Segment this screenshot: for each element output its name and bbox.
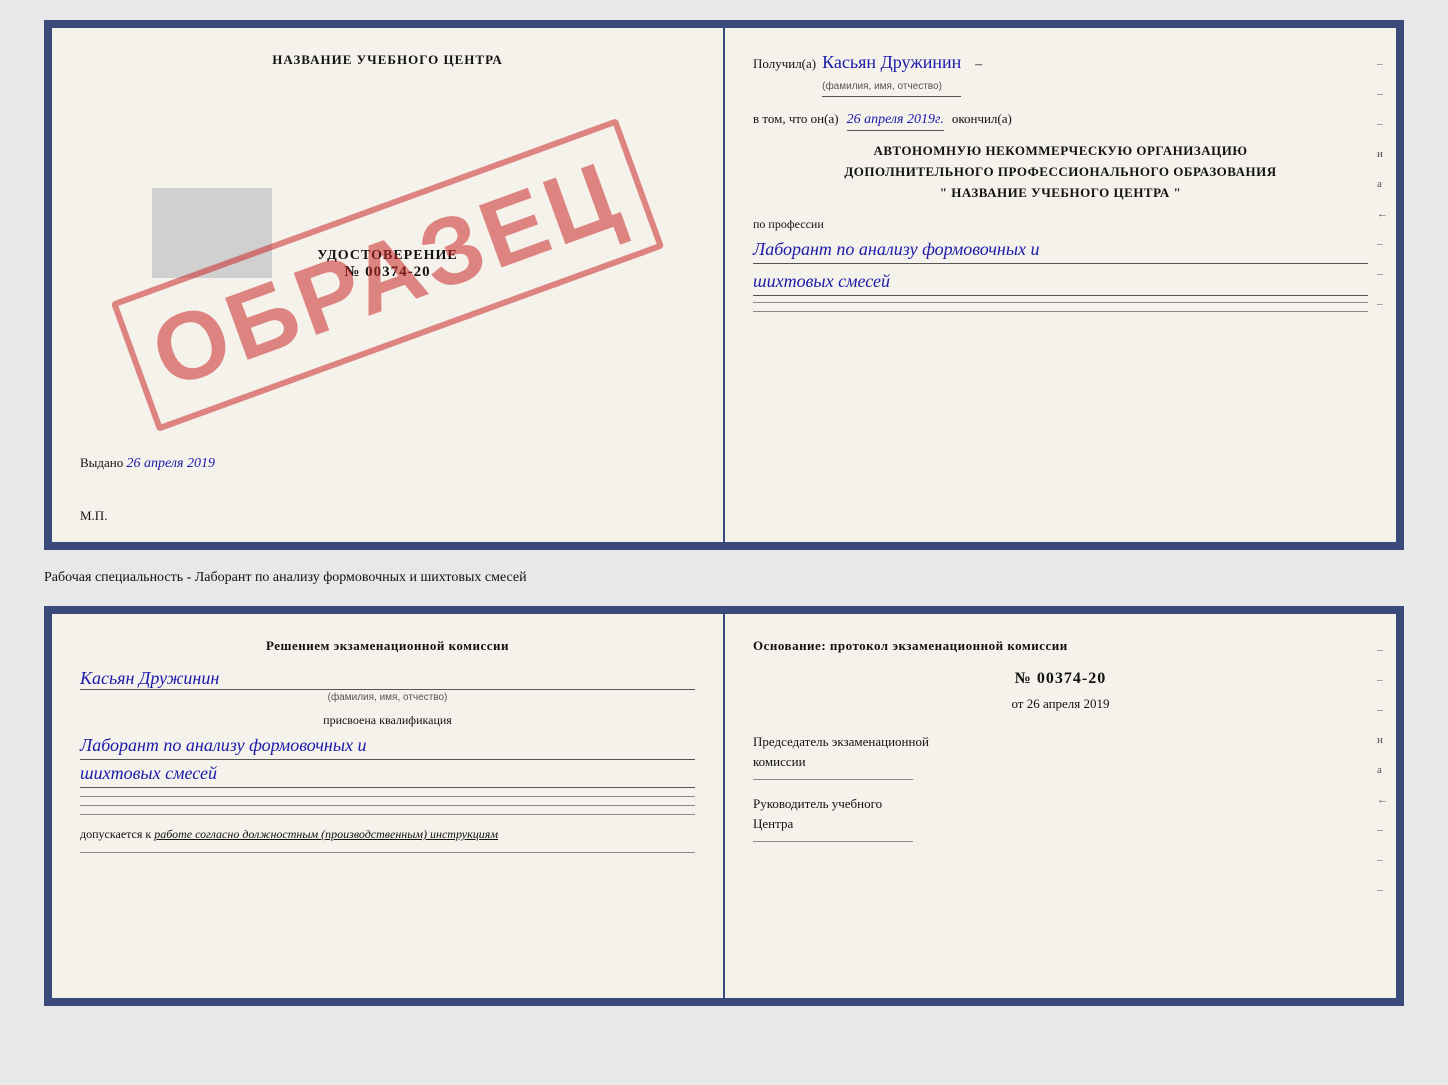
mp-label: М.П. bbox=[80, 508, 107, 524]
poluchil-label: Получил(а) bbox=[753, 56, 816, 72]
top-document-card: НАЗВАНИЕ УЧЕБНОГО ЦЕНТРА ОБРАЗЕЦ УДОСТОВ… bbox=[44, 20, 1404, 550]
profession-line2: шихтовых смесей bbox=[753, 268, 1368, 296]
signature-line-3 bbox=[80, 814, 695, 815]
bottom-fio-subtitle: (фамилия, имя, отчество) bbox=[80, 692, 695, 703]
org-line1: АВТОНОМНУЮ НЕКОММЕРЧЕСКУЮ ОРГАНИЗАЦИЮ bbox=[753, 141, 1368, 162]
bottom-fio-line: Касьян Дружинин bbox=[80, 668, 695, 690]
right-edge-marks: – – – и а ← – – – bbox=[1377, 58, 1388, 310]
vtom-line: в том, что он(а) 26 апреля 2019г. окончи… bbox=[753, 111, 1368, 131]
signature-line-1 bbox=[80, 796, 695, 797]
protokol-number: № 00374-20 bbox=[753, 670, 1368, 688]
predsedatel-line1: Председатель экзаменационной bbox=[753, 732, 1368, 752]
rukovoditel-line1: Руководитель учебного bbox=[753, 794, 1368, 814]
dopuskaetsya-work: работе согласно должностным (производств… bbox=[154, 827, 498, 841]
signature-line-4 bbox=[80, 852, 695, 853]
completion-date: 26 апреля 2019г. bbox=[847, 112, 944, 131]
vydano-date: 26 апреля 2019 bbox=[127, 456, 215, 471]
predsedatel-line2: комиссии bbox=[753, 752, 1368, 772]
separator-label: Рабочая специальность - Лаборант по анал… bbox=[44, 566, 1404, 590]
rukovoditel-signature bbox=[753, 841, 913, 842]
okonchil-label: окончил(а) bbox=[952, 111, 1012, 127]
organization-block: АВТОНОМНУЮ НЕКОММЕРЧЕСКУЮ ОРГАНИЗАЦИЮ ДО… bbox=[753, 141, 1368, 203]
qualification-line1: Лаборант по анализу формовочных и bbox=[80, 732, 695, 760]
ot-label: от bbox=[1011, 696, 1023, 711]
top-right-panel: Получил(а) Касьян Дружинин (фамилия, имя… bbox=[725, 28, 1396, 542]
vtom-label: в том, что он(а) bbox=[753, 111, 839, 127]
bottom-recipient-name: Касьян Дружинин bbox=[80, 668, 219, 688]
resheniem-title: Решением экзаменационной комиссии bbox=[80, 638, 695, 654]
bottom-right-panel: Основание: протокол экзаменационной коми… bbox=[725, 614, 1396, 998]
org-line3: " НАЗВАНИЕ УЧЕБНОГО ЦЕНТРА " bbox=[753, 183, 1368, 204]
dopuskaetsya-label: допускается к bbox=[80, 827, 151, 841]
top-left-panel: НАЗВАНИЕ УЧЕБНОГО ЦЕНТРА ОБРАЗЕЦ УДОСТОВ… bbox=[52, 28, 725, 542]
rukovoditel-block: Руководитель учебного Центра bbox=[753, 794, 1368, 842]
poluchil-line: Получил(а) Касьян Дружинин (фамилия, имя… bbox=[753, 52, 1368, 97]
recipient-name: Касьян Дружинин (фамилия, имя, отчество) bbox=[822, 52, 961, 97]
photo-placeholder bbox=[152, 188, 272, 278]
name-subtitle: (фамилия, имя, отчество) bbox=[822, 81, 942, 92]
predsedatel-signature bbox=[753, 779, 913, 780]
qualification-line2: шихтовых смесей bbox=[80, 760, 695, 788]
bottom-left-panel: Решением экзаменационной комиссии Касьян… bbox=[52, 614, 725, 998]
signature-line-2 bbox=[80, 805, 695, 806]
org-line2: ДОПОЛНИТЕЛЬНОГО ПРОФЕССИОНАЛЬНОГО ОБРАЗО… bbox=[753, 162, 1368, 183]
rukovoditel-line2: Центра bbox=[753, 814, 1368, 834]
top-title: НАЗВАНИЕ УЧЕБНОГО ЦЕНТРА bbox=[80, 52, 695, 68]
bottom-right-edge-marks: – – – и а ← – – – bbox=[1377, 644, 1388, 896]
bottom-document-card: Решением экзаменационной комиссии Касьян… bbox=[44, 606, 1404, 1006]
prisvoena-label: присвоена квалификация bbox=[80, 713, 695, 728]
dopuskaetsya-line: допускается к работе согласно должностны… bbox=[80, 827, 695, 842]
po-professii-label: по профессии bbox=[753, 217, 1368, 232]
osnovanie-title: Основание: протокол экзаменационной коми… bbox=[753, 638, 1368, 654]
predsedatel-block: Председатель экзаменационной комиссии bbox=[753, 732, 1368, 780]
ot-date: от 26 апреля 2019 bbox=[753, 696, 1368, 712]
vydano-line: Выдано 26 апреля 2019 bbox=[80, 455, 215, 472]
protokol-date: 26 апреля 2019 bbox=[1027, 696, 1110, 711]
profession-line1: Лаборант по анализу формовочных и bbox=[753, 236, 1368, 264]
vydano-label: Выдано bbox=[80, 455, 123, 470]
